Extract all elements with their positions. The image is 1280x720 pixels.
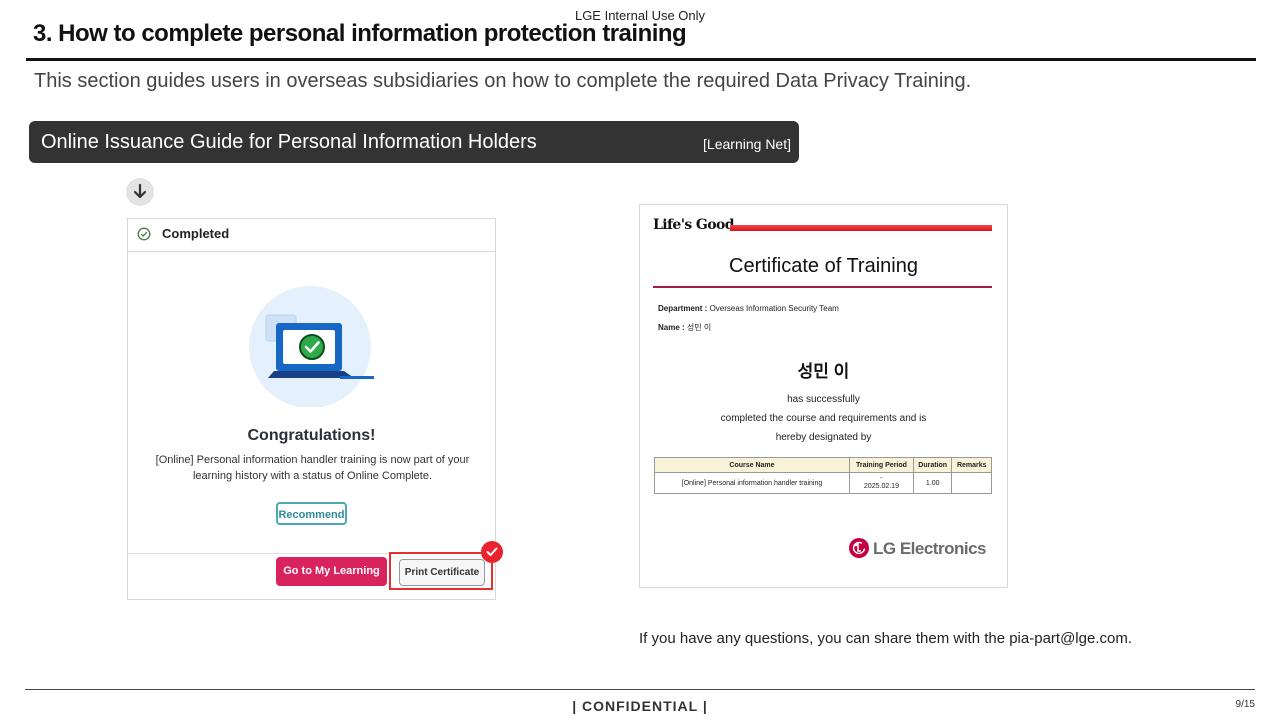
check-circle-icon [137, 227, 151, 246]
laptop-check-icon [238, 277, 378, 408]
table-row: [Online] Personal information handler tr… [654, 472, 992, 494]
lg-electronics-logo: LG Electronics [849, 538, 989, 560]
confidential-label: | CONFIDENTIAL | [572, 698, 708, 714]
guide-banner-tag: [Learning Net] [703, 136, 791, 152]
title-divider [26, 58, 1256, 61]
contact-note: If you have any questions, you can share… [639, 630, 1132, 647]
table-header-course: Course Name [654, 457, 850, 473]
name-value: 성민 이 [686, 323, 712, 332]
name-label: Name : [658, 323, 685, 332]
certificate-name-field: Name : 성민 이 [658, 322, 711, 333]
certificate-divider [653, 286, 992, 288]
completed-status-label: Completed [162, 226, 230, 241]
page-title: 3. How to complete personal information … [33, 20, 687, 47]
lg-logo-icon [849, 538, 869, 558]
lg-electronics-text: LG Electronics [873, 539, 986, 558]
certificate-recipient: 성민 이 [797, 362, 850, 381]
footer-divider [25, 689, 1255, 690]
certificate-title: Certificate of Training [729, 255, 918, 277]
remarks-cell [951, 472, 992, 494]
department-label: Department : [658, 304, 708, 313]
page-number: 9/15 [1235, 699, 1255, 710]
table-header-period: Training Period [849, 457, 914, 473]
table-header-remarks: Remarks [951, 457, 992, 473]
congratulations-heading: Congratulations! [247, 427, 376, 444]
arrow-down-icon [126, 178, 154, 206]
check-badge-icon [481, 541, 503, 563]
certificate-line-2: completed the course and requirements an… [720, 413, 927, 424]
training-certificate: Life's Good. Certificate of Training Dep… [639, 204, 1008, 588]
certificate-line-3: hereby designated by [775, 432, 872, 443]
lifes-good-logo: Life's Good. [653, 217, 739, 233]
guide-banner-title: Online Issuance Guide for Personal Infor… [41, 131, 537, 153]
department-value: Overseas Information Security Team [709, 304, 839, 313]
duration-cell: 1.00 [912, 472, 953, 494]
certificate-line-1: has successfully [787, 394, 860, 405]
course-table: Course Name Training Period Duration Rem… [654, 457, 992, 494]
training-period-dash: - [880, 475, 883, 482]
training-period-date: 2025.02.19 [863, 483, 899, 490]
page-subtitle: This section guides users in overseas su… [34, 70, 972, 92]
course-name-cell: [Online] Personal information handler tr… [654, 472, 850, 494]
completion-header: Completed [128, 219, 495, 252]
table-header-duration: Duration [912, 457, 953, 473]
certificate-red-bar [730, 225, 992, 231]
completion-message: [Online] Personal information handler tr… [155, 454, 470, 482]
certificate-department: Department : Overseas Information Securi… [658, 304, 839, 313]
training-period-cell: - 2025.02.19 [849, 472, 914, 494]
print-certificate-highlight: Print Certificate [389, 552, 493, 590]
go-to-my-learning-button[interactable]: Go to My Learning [276, 557, 387, 586]
recommend-button[interactable]: Recommend [276, 502, 347, 525]
print-certificate-button[interactable]: Print Certificate [399, 559, 485, 586]
completion-panel: Completed Congratulations! [Online] Pers… [127, 218, 503, 600]
guide-banner: Online Issuance Guide for Personal Infor… [29, 121, 799, 163]
